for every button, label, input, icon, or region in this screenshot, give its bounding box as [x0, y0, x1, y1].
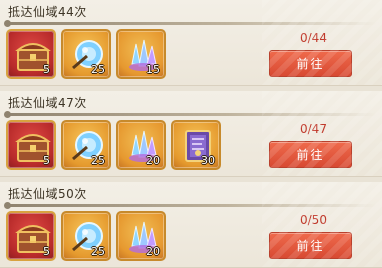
reward-count: 25 — [91, 245, 105, 258]
reward-count: 15 — [146, 63, 160, 76]
reward-item[interactable]: 5 — [6, 29, 56, 79]
reward-count: 30 — [201, 154, 215, 167]
task-title: 抵达仙域50次 — [8, 187, 87, 201]
reward-item[interactable]: 5 — [6, 120, 56, 170]
task-title: 抵达仙域44次 — [8, 5, 87, 19]
reward-count: 5 — [43, 245, 50, 258]
reward-list: 5 25 15 — [6, 29, 166, 79]
reward-item[interactable]: 30 — [171, 120, 221, 170]
reward-item[interactable]: 5 — [6, 211, 56, 261]
reward-item[interactable]: 25 — [61, 29, 111, 79]
reward-list: 5 25 20 — [6, 211, 166, 261]
reward-count: 25 — [91, 154, 105, 167]
reward-count: 25 — [91, 63, 105, 76]
task-row: 抵达仙域50次 5 25 20 0/50 前往 — [0, 182, 382, 268]
go-button[interactable]: 前往 — [269, 141, 352, 168]
task-progress: 0/47 — [300, 122, 327, 136]
title-divider — [4, 202, 376, 209]
title-divider — [4, 20, 376, 27]
reward-item[interactable]: 15 — [116, 29, 166, 79]
reward-count: 5 — [43, 154, 50, 167]
task-row: 抵达仙域44次 5 25 15 0/44 前往 — [0, 0, 382, 86]
task-title: 抵达仙域47次 — [8, 96, 87, 110]
reward-count: 20 — [146, 245, 160, 258]
reward-item[interactable]: 25 — [61, 120, 111, 170]
task-progress: 0/50 — [300, 213, 327, 227]
reward-item[interactable]: 20 — [116, 120, 166, 170]
task-row: 抵达仙域47次 5 25 20 30 0/47 前往 — [0, 91, 382, 177]
reward-list: 5 25 20 — [6, 120, 221, 170]
reward-count: 20 — [146, 154, 160, 167]
go-button[interactable]: 前往 — [269, 232, 352, 259]
reward-count: 5 — [43, 63, 50, 76]
task-progress: 0/44 — [300, 31, 327, 45]
title-divider — [4, 111, 376, 118]
reward-item[interactable]: 25 — [61, 211, 111, 261]
reward-item[interactable]: 20 — [116, 211, 166, 261]
go-button[interactable]: 前往 — [269, 50, 352, 77]
